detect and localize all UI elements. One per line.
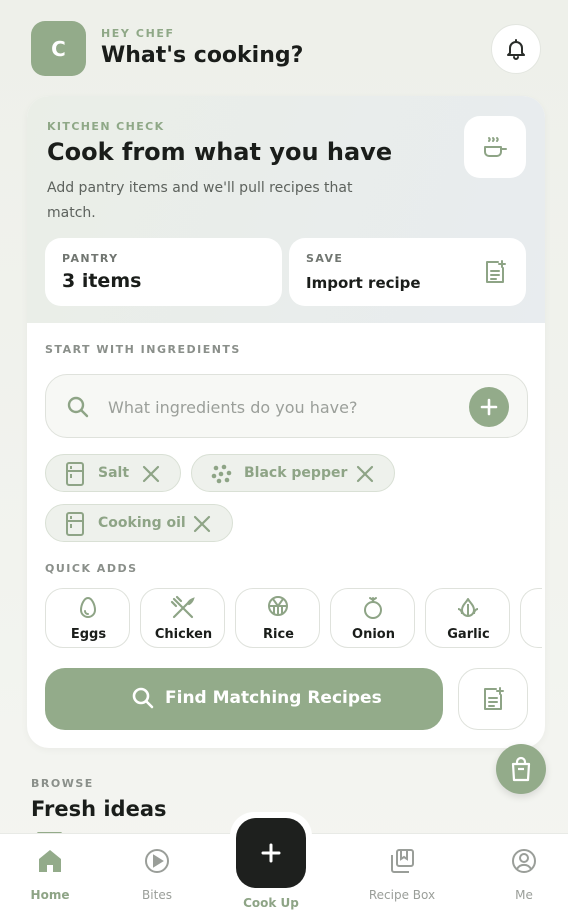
quick-add-rice[interactable]: Rice <box>235 588 320 648</box>
ingredients-section-label: START WITH INGREDIENTS <box>45 343 241 356</box>
avatar[interactable]: C <box>31 21 86 76</box>
kitchen-check-title: Cook from what you have <box>47 138 393 166</box>
search-input[interactable] <box>108 393 458 421</box>
ingredient-search <box>45 374 528 438</box>
kitchen-check-panel: KITCHEN CHECK Cook from what you have Ad… <box>27 96 545 323</box>
nav-cook-up-label: Cook Up <box>243 896 299 910</box>
note-add-icon <box>484 687 504 710</box>
import-recipe-card[interactable]: SAVE Import recipe <box>289 238 526 306</box>
greeting-label: HEY CHEF <box>101 27 175 40</box>
fridge-icon <box>66 462 84 486</box>
add-note-button[interactable] <box>458 668 528 730</box>
quick-add-onion[interactable]: Onion <box>330 588 415 648</box>
chip-label: Cooking oil <box>98 515 186 531</box>
app-screen: C HEY CHEF What's cooking? KITCHEN CHECK… <box>0 0 568 910</box>
rice-bowl-icon <box>268 596 288 616</box>
search-icon <box>132 687 154 709</box>
quick-add-label: Rice <box>263 627 294 642</box>
chip-label: Black pepper <box>244 465 348 481</box>
page-title: What's cooking? <box>101 43 304 68</box>
quick-adds-label: QUICK ADDS <box>45 562 138 575</box>
utensils-icon <box>170 595 195 619</box>
nav-me-label: Me <box>515 888 533 902</box>
import-recipe-label: Import recipe <box>306 274 421 292</box>
avatar-initial: C <box>51 36 66 61</box>
quick-add-eggs[interactable]: Eggs <box>45 588 130 648</box>
profile-icon <box>512 849 536 873</box>
pantry-label: PANTRY <box>62 252 119 265</box>
nav-recipe-box-label: Recipe Box <box>368 888 436 902</box>
garlic-icon <box>457 598 479 617</box>
dots-icon <box>211 464 232 484</box>
remove-chip-icon[interactable] <box>141 464 161 484</box>
kitchen-check-label: KITCHEN CHECK <box>47 120 165 133</box>
egg-icon <box>79 596 97 618</box>
nav-recipe-box[interactable]: Recipe Box <box>352 834 452 910</box>
cooking-pot-icon <box>484 137 507 157</box>
ingredient-chip-black-pepper[interactable]: Black pepper <box>191 454 395 492</box>
play-circle-icon <box>145 849 169 873</box>
nav-home[interactable]: Home <box>0 834 100 910</box>
find-recipes-button[interactable]: Find Matching Recipes <box>45 668 443 730</box>
save-label: SAVE <box>306 252 344 265</box>
onion-icon <box>364 597 382 619</box>
ingredient-chip-salt[interactable]: Salt <box>45 454 181 492</box>
recipe-box-icon <box>391 849 414 873</box>
shopping-bag-icon <box>511 756 531 782</box>
plus-icon <box>261 843 281 863</box>
bell-icon <box>507 39 525 60</box>
kitchen-card: KITCHEN CHECK Cook from what you have Ad… <box>27 96 545 748</box>
quick-add-garlic[interactable]: Garlic <box>425 588 510 648</box>
chip-label: Salt <box>98 465 130 481</box>
browse-label: BROWSE <box>31 777 94 790</box>
kitchen-check-description: Add pantry items and we'll pull recipes … <box>47 180 353 221</box>
find-recipes-label: Find Matching Recipes <box>165 688 382 708</box>
search-icon <box>67 396 89 418</box>
quick-add-label: Eggs <box>70 627 107 642</box>
add-ingredient-button[interactable] <box>469 387 509 427</box>
quick-add-label: Onion <box>352 627 395 642</box>
nav-home-label: Home <box>30 888 70 902</box>
ingredient-chip-cooking-oil[interactable]: Cooking oil <box>45 504 233 542</box>
cooking-pot-button[interactable] <box>464 116 526 178</box>
cook-up-button[interactable] <box>236 818 306 888</box>
fridge-icon <box>66 512 84 536</box>
pantry-count: 3 items <box>62 270 142 292</box>
pantry-card[interactable]: PANTRY 3 items <box>45 238 282 306</box>
nav-bites-label: Bites <box>142 888 172 902</box>
quick-add-label: Garlic <box>447 627 490 642</box>
quick-add-chicken[interactable]: Chicken <box>140 588 225 648</box>
shopping-bag-button[interactable] <box>496 744 546 794</box>
plus-icon <box>480 398 498 416</box>
nav-bites[interactable]: Bites <box>107 834 207 910</box>
browse-title: Fresh ideas <box>31 797 167 821</box>
home-icon <box>39 850 61 872</box>
note-add-icon <box>486 260 506 283</box>
quick-add-more[interactable] <box>520 588 542 648</box>
nav-me[interactable]: Me <box>474 834 568 910</box>
remove-chip-icon[interactable] <box>192 514 212 534</box>
remove-chip-icon[interactable] <box>355 464 375 484</box>
notifications-button[interactable] <box>491 24 541 74</box>
quick-add-label: Chicken <box>154 627 213 642</box>
